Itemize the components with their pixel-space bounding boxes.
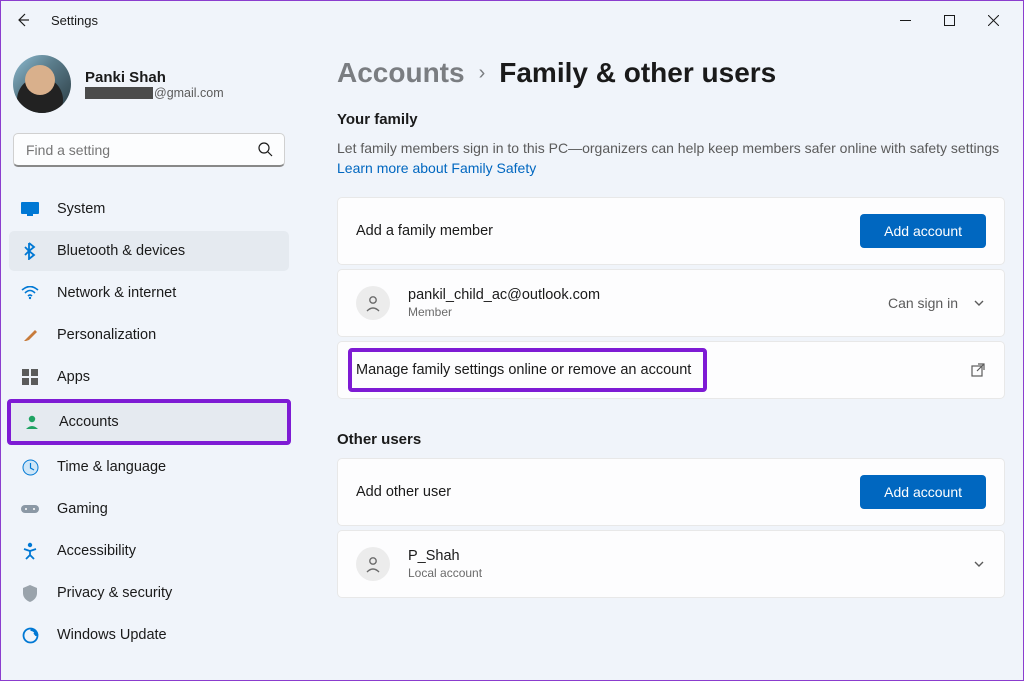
your-family-desc: Let family members sign in to this PC—or…	[337, 138, 1005, 179]
shield-icon	[21, 584, 39, 602]
nav-bluetooth[interactable]: Bluetooth & devices	[9, 231, 289, 271]
other-user-name: P_Shah	[408, 548, 482, 564]
family-member-row[interactable]: pankil_child_ac@outlook.com Member Can s…	[337, 269, 1005, 337]
nav-time-language[interactable]: Time & language	[9, 447, 289, 487]
add-other-user-row: Add other user Add account	[337, 458, 1005, 526]
bluetooth-icon	[21, 242, 39, 260]
close-button[interactable]	[971, 5, 1015, 35]
titlebar: Settings	[1, 1, 1023, 39]
maximize-button[interactable]	[927, 5, 971, 35]
paintbrush-icon	[21, 326, 39, 344]
nav-apps[interactable]: Apps	[9, 357, 289, 397]
profile-name: Panki Shah	[85, 69, 224, 86]
window-controls	[883, 5, 1015, 35]
breadcrumb: Accounts › Family & other users	[337, 57, 1005, 89]
nav-accessibility[interactable]: Accessibility	[9, 531, 289, 571]
open-external-icon	[970, 362, 986, 378]
your-family-title: Your family	[337, 111, 1005, 128]
wifi-icon	[21, 284, 39, 302]
minimize-icon	[900, 15, 911, 26]
member-status: Can sign in	[888, 295, 958, 311]
manage-family-label: Manage family settings online or remove …	[356, 362, 691, 378]
other-user-row[interactable]: P_Shah Local account	[337, 530, 1005, 598]
chevron-right-icon: ›	[479, 62, 486, 85]
add-family-member-row: Add a family member Add account	[337, 197, 1005, 265]
maximize-icon	[944, 15, 955, 26]
arrow-left-icon	[15, 12, 31, 28]
add-other-label: Add other user	[356, 484, 451, 500]
avatar	[13, 55, 71, 113]
nav-accounts[interactable]: Accounts	[11, 403, 287, 441]
highlight-accounts: Accounts	[7, 399, 291, 445]
gamepad-icon	[21, 500, 39, 518]
person-icon	[23, 413, 41, 431]
nav-personalization[interactable]: Personalization	[9, 315, 289, 355]
member-email: pankil_child_ac@outlook.com	[408, 287, 600, 303]
add-family-label: Add a family member	[356, 223, 493, 239]
person-outline-icon	[356, 286, 390, 320]
other-users-title: Other users	[337, 431, 1005, 448]
accessibility-icon	[21, 542, 39, 560]
add-other-account-button[interactable]: Add account	[860, 475, 986, 509]
minimize-button[interactable]	[883, 5, 927, 35]
breadcrumb-current: Family & other users	[499, 57, 776, 89]
app-title: Settings	[51, 13, 98, 28]
nav-network[interactable]: Network & internet	[9, 273, 289, 313]
chevron-down-icon	[972, 557, 986, 571]
family-safety-link[interactable]: Learn more about Family Safety	[337, 160, 536, 176]
update-icon	[21, 626, 39, 644]
breadcrumb-parent[interactable]: Accounts	[337, 57, 465, 89]
nav-gaming[interactable]: Gaming	[9, 489, 289, 529]
profile-block[interactable]: Panki Shah @gmail.com	[5, 47, 293, 129]
nav-windows-update[interactable]: Windows Update	[9, 615, 289, 655]
close-icon	[988, 15, 999, 26]
back-button[interactable]	[9, 6, 37, 34]
nav-privacy[interactable]: Privacy & security	[9, 573, 289, 613]
search-icon	[257, 141, 273, 157]
member-role: Member	[408, 305, 600, 319]
nav-list: System Bluetooth & devices Network & int…	[5, 189, 293, 655]
search-input[interactable]	[13, 133, 285, 167]
main-content: Accounts › Family & other users Your fam…	[301, 39, 1023, 680]
person-outline-icon	[356, 547, 390, 581]
sidebar: Panki Shah @gmail.com System Bluetooth &…	[1, 39, 301, 680]
display-icon	[21, 200, 39, 218]
clock-globe-icon	[21, 458, 39, 476]
chevron-down-icon	[972, 296, 986, 310]
add-family-account-button[interactable]: Add account	[860, 214, 986, 248]
manage-family-row[interactable]: Manage family settings online or remove …	[337, 341, 1005, 399]
apps-icon	[21, 368, 39, 386]
nav-system[interactable]: System	[9, 189, 289, 229]
other-user-type: Local account	[408, 566, 482, 580]
profile-email: @gmail.com	[85, 86, 224, 100]
